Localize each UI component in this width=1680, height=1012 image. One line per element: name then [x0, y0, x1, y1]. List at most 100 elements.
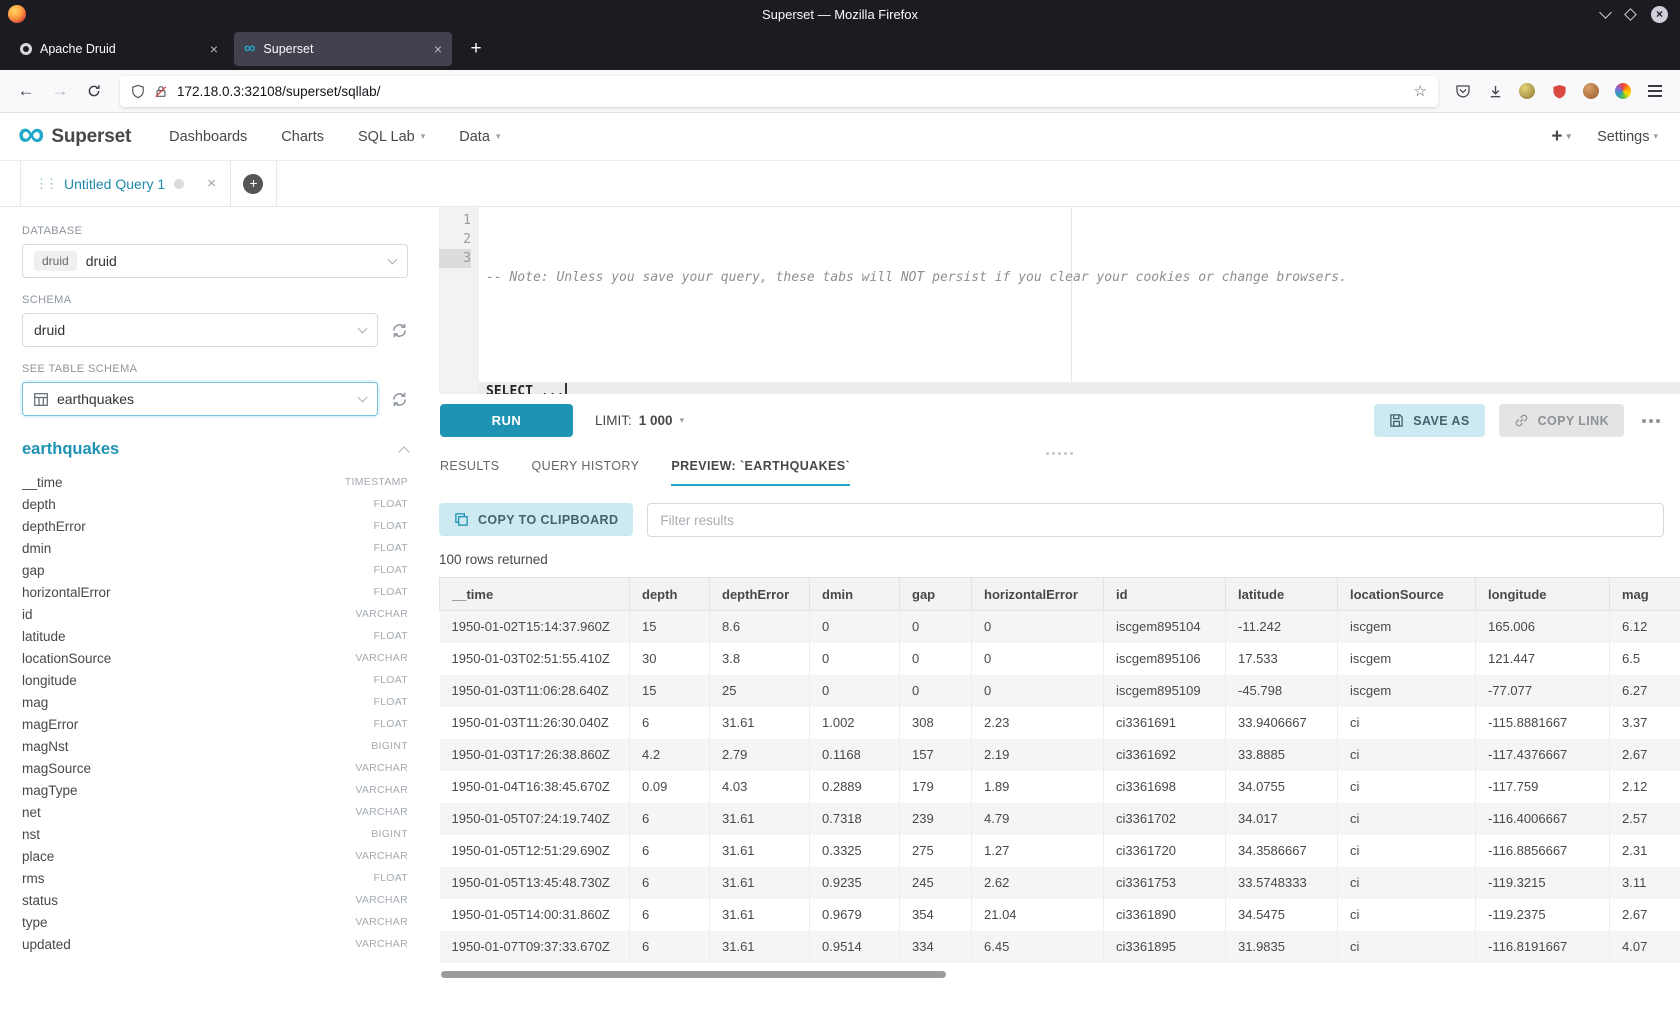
more-options-icon[interactable]: [1638, 413, 1664, 429]
database-value: druid: [86, 253, 117, 269]
schema-column-row[interactable]: magTypeVARCHAR: [22, 779, 408, 801]
tab-close-icon[interactable]: ×: [434, 41, 442, 57]
results-toolbar: COPY TO CLIPBOARD: [439, 503, 1680, 537]
refresh-schema-icon[interactable]: [391, 322, 408, 339]
browser-tab-superset[interactable]: ∞ Superset ×: [234, 32, 452, 66]
query-tab[interactable]: ⋮⋮ Untitled Query 1 ×: [20, 161, 231, 206]
results-cell: 6.27: [1610, 675, 1680, 707]
schema-column-row[interactable]: nstBIGINT: [22, 823, 408, 845]
downloads-icon[interactable]: [1480, 76, 1510, 106]
schema-select[interactable]: druid: [22, 313, 378, 347]
schema-column-row[interactable]: rmsFLOAT: [22, 867, 408, 889]
reload-icon[interactable]: [78, 76, 110, 106]
tab-query-history[interactable]: QUERY HISTORY: [532, 459, 640, 484]
results-column-header[interactable]: horizontalError: [972, 578, 1104, 611]
schema-column-row[interactable]: netVARCHAR: [22, 801, 408, 823]
shield-icon[interactable]: [131, 84, 145, 99]
schema-column-row[interactable]: magFLOAT: [22, 691, 408, 713]
pane-resize-handle[interactable]: [439, 447, 1680, 459]
brand-name: Superset: [51, 126, 131, 148]
nav-item-charts[interactable]: Charts: [281, 129, 324, 145]
results-cell: 6: [630, 707, 710, 739]
bookmark-star-icon[interactable]: ☆: [1414, 82, 1427, 100]
schema-column-row[interactable]: dminFLOAT: [22, 537, 408, 559]
schema-column-row[interactable]: updatedVARCHAR: [22, 933, 408, 955]
add-new-button[interactable]: +▾: [1551, 126, 1571, 148]
results-cell: 1950-01-05T14:00:31.860Z: [440, 899, 630, 931]
extension-icon[interactable]: [1512, 76, 1542, 106]
extension-icon[interactable]: [1576, 76, 1606, 106]
schema-column-row[interactable]: statusVARCHAR: [22, 889, 408, 911]
insecure-lock-icon[interactable]: [154, 84, 168, 99]
url-bar[interactable]: 172.18.0.3:32108/superset/sqllab/ ☆: [120, 76, 1438, 107]
results-cell: 121.447: [1476, 643, 1610, 675]
schema-column-row[interactable]: longitudeFLOAT: [22, 669, 408, 691]
schema-column-row[interactable]: __timeTIMESTAMP: [22, 471, 408, 493]
app-header: ∞ Superset Dashboards Charts SQL Lab▾ Da…: [0, 113, 1680, 161]
nav-item-dashboards[interactable]: Dashboards: [169, 129, 247, 145]
results-cell: 6: [630, 899, 710, 931]
schema-column-row[interactable]: magSourceVARCHAR: [22, 757, 408, 779]
results-column-header[interactable]: id: [1104, 578, 1226, 611]
save-as-button[interactable]: SAVE AS: [1374, 404, 1484, 437]
sql-editor[interactable]: 1 2 3 -- Note: Unless you save your quer…: [439, 207, 1680, 394]
window-close-icon[interactable]: ×: [1651, 6, 1668, 23]
schema-column-row[interactable]: magNstBIGINT: [22, 735, 408, 757]
copy-to-clipboard-button[interactable]: COPY TO CLIPBOARD: [439, 503, 633, 536]
results-cell: 4.07: [1610, 931, 1680, 963]
schema-column-row[interactable]: depthErrorFLOAT: [22, 515, 408, 537]
results-column-header[interactable]: depth: [630, 578, 710, 611]
results-column-header[interactable]: dmin: [810, 578, 900, 611]
schema-column-row[interactable]: latitudeFLOAT: [22, 625, 408, 647]
copy-link-button[interactable]: COPY LINK: [1499, 404, 1624, 437]
forward-icon[interactable]: →: [44, 76, 76, 106]
back-icon[interactable]: ←: [10, 76, 42, 106]
tab-close-icon[interactable]: ×: [210, 41, 218, 57]
schema-column-row[interactable]: depthFLOAT: [22, 493, 408, 515]
nav-item-data[interactable]: Data▾: [459, 129, 500, 145]
menu-icon[interactable]: [1640, 76, 1670, 106]
tab-results[interactable]: RESULTS: [440, 459, 500, 484]
table-select[interactable]: earthquakes: [22, 382, 378, 416]
schema-column-row[interactable]: horizontalErrorFLOAT: [22, 581, 408, 603]
add-query-tab-button[interactable]: +: [231, 161, 277, 206]
window-maximize-icon[interactable]: [1624, 8, 1637, 21]
editor-toolbar: RUN LIMIT: 1 000 ▾ SAVE AS COPY LINK: [439, 394, 1680, 447]
table-schema-title[interactable]: earthquakes: [22, 440, 119, 459]
query-tab-close-icon[interactable]: ×: [207, 175, 216, 192]
results-column-header[interactable]: latitude: [1226, 578, 1338, 611]
pocket-icon[interactable]: [1448, 76, 1478, 106]
settings-menu[interactable]: Settings▾: [1597, 129, 1658, 145]
results-column-header[interactable]: __time: [440, 578, 630, 611]
nav-item-sql-lab[interactable]: SQL Lab▾: [358, 129, 425, 145]
results-column-header[interactable]: mag: [1610, 578, 1680, 611]
limit-dropdown[interactable]: LIMIT: 1 000 ▾: [595, 413, 684, 428]
tab-preview-earthquakes[interactable]: PREVIEW: `EARTHQUAKES`: [671, 459, 850, 486]
browser-tab-druid[interactable]: Apache Druid ×: [10, 32, 228, 66]
refresh-table-icon[interactable]: [391, 391, 408, 408]
results-column-header[interactable]: locationSource: [1338, 578, 1476, 611]
collapse-chevron-icon[interactable]: [398, 446, 409, 457]
superset-logo[interactable]: ∞ Superset: [18, 126, 131, 148]
results-column-header[interactable]: depthError: [710, 578, 810, 611]
horizontal-scrollbar[interactable]: [439, 971, 1680, 980]
database-select[interactable]: druid druid: [22, 244, 408, 278]
filter-results-input[interactable]: [647, 503, 1664, 537]
ublock-shield-icon[interactable]: [1544, 76, 1574, 106]
results-column-header[interactable]: gap: [900, 578, 972, 611]
new-tab-button[interactable]: +: [462, 35, 490, 63]
results-cell: 6.5: [1610, 643, 1680, 675]
run-button[interactable]: RUN: [440, 404, 573, 437]
scrollbar-thumb[interactable]: [441, 971, 946, 978]
schema-column-row[interactable]: idVARCHAR: [22, 603, 408, 625]
extension-icon[interactable]: [1608, 76, 1638, 106]
schema-column-row[interactable]: typeVARCHAR: [22, 911, 408, 933]
drag-handle-icon[interactable]: ⋮⋮: [35, 176, 55, 192]
schema-column-row[interactable]: magErrorFLOAT: [22, 713, 408, 735]
schema-column-row[interactable]: gapFLOAT: [22, 559, 408, 581]
window-minimize-icon[interactable]: [1599, 6, 1612, 19]
url-text[interactable]: 172.18.0.3:32108/superset/sqllab/: [177, 84, 380, 99]
results-column-header[interactable]: longitude: [1476, 578, 1610, 611]
schema-column-row[interactable]: locationSourceVARCHAR: [22, 647, 408, 669]
schema-column-row[interactable]: placeVARCHAR: [22, 845, 408, 867]
